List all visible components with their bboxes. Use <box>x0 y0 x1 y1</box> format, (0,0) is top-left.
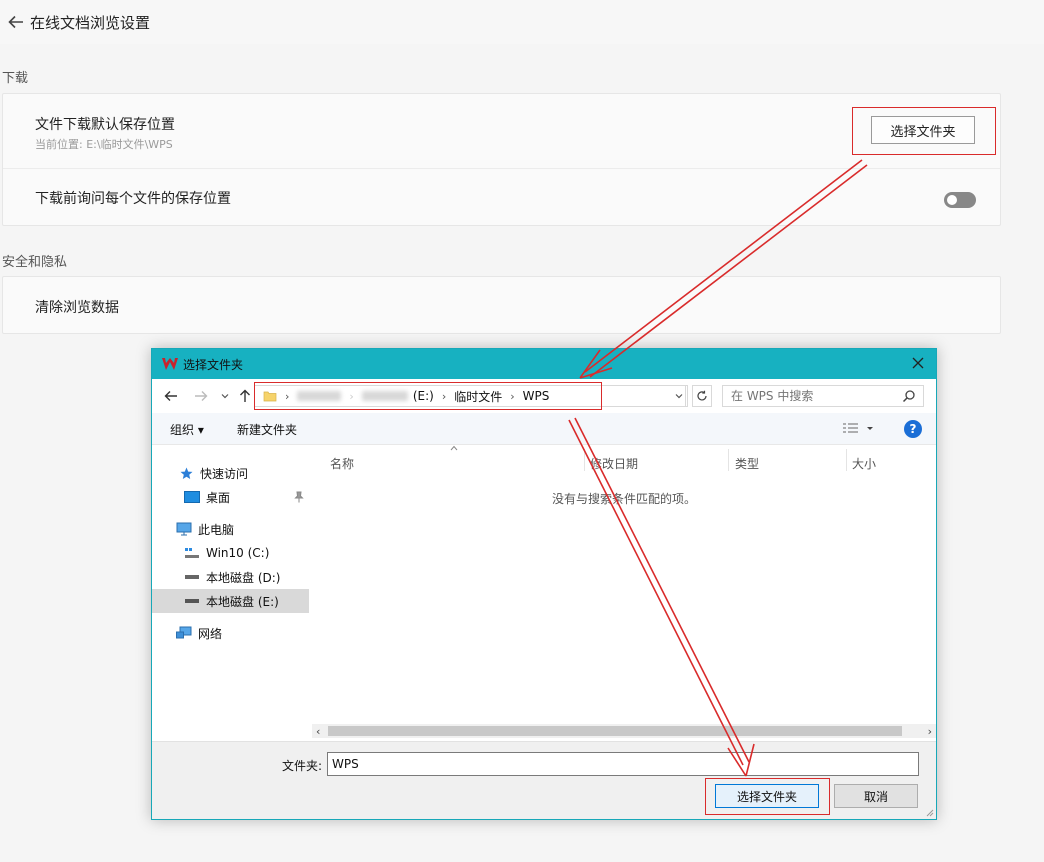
scrollbar-thumb[interactable] <box>328 726 902 736</box>
ask-location-title: 下载前询问每个文件的保存位置 <box>35 191 231 207</box>
refresh-icon <box>697 390 707 401</box>
address-dropdown[interactable] <box>672 385 686 407</box>
folder-icon <box>263 391 277 402</box>
ask-location-row: 下载前询问每个文件的保存位置 <box>3 169 1000 225</box>
ask-location-toggle[interactable] <box>944 192 976 208</box>
cancel-button[interactable]: 取消 <box>834 784 918 808</box>
column-divider <box>728 449 729 471</box>
breadcrumb-separator: › <box>441 389 447 403</box>
wps-logo-icon <box>162 358 178 370</box>
star-icon <box>178 466 194 480</box>
navigation-pane: 快速访问 桌面 此电脑 Win10 (C:) 本地磁盘 (D:) 本地磁盘 (E… <box>152 445 309 735</box>
clear-data-title: 清除浏览数据 <box>35 300 119 316</box>
recent-locations-button[interactable] <box>216 387 234 405</box>
select-folder-button[interactable]: 选择文件夹 <box>871 116 975 144</box>
scroll-right-icon[interactable]: › <box>928 725 932 738</box>
breadcrumb-separator: › <box>349 389 354 403</box>
new-folder-button[interactable]: 新建文件夹 <box>237 421 297 438</box>
breadcrumb-folder-wps[interactable]: WPS <box>523 389 550 403</box>
breadcrumb-separator: › <box>285 389 290 403</box>
desktop-icon <box>184 490 200 504</box>
search-input[interactable] <box>722 385 924 407</box>
breadcrumb: › › (E:) › 临时文件 › WPS <box>255 386 549 406</box>
column-header-type[interactable]: 类型 <box>735 455 759 472</box>
confirm-select-folder-button[interactable]: 选择文件夹 <box>715 784 819 808</box>
default-location-title: 文件下载默认保存位置 <box>35 117 175 133</box>
dialog-footer: 文件夹: 选择文件夹 取消 <box>152 741 936 819</box>
arrow-left-icon <box>8 15 23 29</box>
nav-item-label: 桌面 <box>206 490 231 505</box>
nav-item-label: 本地磁盘 (E:) <box>206 594 279 609</box>
system-drive-icon <box>184 546 200 560</box>
drive-icon <box>184 570 200 584</box>
chevron-down-icon <box>221 394 229 399</box>
nav-item-drive-c[interactable]: Win10 (C:) <box>152 541 309 565</box>
nav-item-network[interactable]: 网络 <box>152 621 309 645</box>
redacted-text <box>361 391 408 401</box>
nav-forward-button[interactable] <box>192 387 210 405</box>
address-row: › › (E:) › 临时文件 › WPS <box>152 379 936 413</box>
file-list: 名称 修改日期 类型 大小 没有与搜索条件匹配的项。 <box>322 445 934 725</box>
search-icon <box>902 390 915 403</box>
section-label-download: 下载 <box>2 71 29 86</box>
folder-field-label: 文件夹: <box>282 759 323 773</box>
organize-button[interactable]: 组织 ▾ <box>170 421 204 438</box>
nav-item-label: 网络 <box>198 626 223 641</box>
sort-up-icon <box>450 445 458 451</box>
nav-item-drive-e[interactable]: 本地磁盘 (E:) <box>152 589 309 613</box>
arrow-up-icon <box>240 389 250 402</box>
resize-grip-icon[interactable] <box>924 807 934 817</box>
section-label-privacy: 安全和隐私 <box>2 255 68 270</box>
dialog-title: 选择文件夹 <box>183 357 244 372</box>
close-icon[interactable] <box>910 355 926 371</box>
back-button[interactable] <box>4 10 28 34</box>
nav-item-label: 快速访问 <box>200 466 249 481</box>
refresh-button[interactable] <box>692 385 712 407</box>
address-bar[interactable]: › › (E:) › 临时文件 › WPS <box>254 385 688 407</box>
breadcrumb-separator: › <box>510 389 515 403</box>
network-icon <box>176 626 192 640</box>
top-bar: 在线文档浏览设置 <box>0 0 1044 44</box>
folder-name-input[interactable] <box>327 752 919 776</box>
nav-back-button[interactable] <box>162 387 180 405</box>
nav-item-this-pc[interactable]: 此电脑 <box>152 517 309 541</box>
dialog-toolbar: 组织 ▾ 新建文件夹 ? <box>152 413 936 445</box>
page-title: 在线文档浏览设置 <box>30 13 151 32</box>
horizontal-scrollbar[interactable]: ‹ › <box>312 724 936 738</box>
default-location-row: 文件下载默认保存位置 当前位置: E:\临时文件\WPS 选择文件夹 <box>3 94 1000 169</box>
help-icon[interactable]: ? <box>904 420 922 438</box>
pin-icon[interactable] <box>294 491 304 503</box>
breadcrumb-folder-temp[interactable]: 临时文件 <box>454 388 502 405</box>
nav-item-drive-d[interactable]: 本地磁盘 (D:) <box>152 565 309 589</box>
empty-message: 没有与搜索条件匹配的项。 <box>552 492 697 506</box>
column-header-size[interactable]: 大小 <box>852 455 876 472</box>
nav-item-desktop[interactable]: 桌面 <box>152 485 309 509</box>
nav-item-quick-access[interactable]: 快速访问 <box>152 461 309 485</box>
nav-item-label: 此电脑 <box>198 522 235 537</box>
redacted-text <box>297 391 342 401</box>
column-header-modified[interactable]: 修改日期 <box>590 455 638 472</box>
select-folder-dialog: 选择文件夹 › › (E:) › 临时文件 › WPS 在 WPS 中搜索 组织… <box>151 348 937 820</box>
chevron-down-icon <box>675 394 682 399</box>
arrow-left-icon <box>164 391 177 401</box>
column-divider <box>584 449 585 471</box>
column-header-name[interactable]: 名称 <box>330 455 354 472</box>
download-settings-card: 文件下载默认保存位置 当前位置: E:\临时文件\WPS 选择文件夹 下载前询问… <box>2 93 1001 226</box>
arrow-right-icon <box>195 391 208 401</box>
privacy-settings-card: 清除浏览数据 <box>2 276 1001 334</box>
nav-item-label: Win10 (C:) <box>206 546 270 560</box>
view-options-icon[interactable] <box>842 422 874 436</box>
current-location-text: 当前位置: E:\临时文件\WPS <box>35 138 173 151</box>
computer-icon <box>176 522 192 536</box>
breadcrumb-drive[interactable]: (E:) <box>413 389 434 403</box>
scroll-left-icon[interactable]: ‹ <box>316 725 320 738</box>
drive-icon <box>184 594 200 608</box>
nav-item-label: 本地磁盘 (D:) <box>206 570 281 585</box>
dialog-titlebar: 选择文件夹 <box>152 349 936 379</box>
clear-data-row[interactable]: 清除浏览数据 <box>3 277 1000 333</box>
nav-up-button[interactable] <box>236 387 254 405</box>
column-divider <box>846 449 847 471</box>
